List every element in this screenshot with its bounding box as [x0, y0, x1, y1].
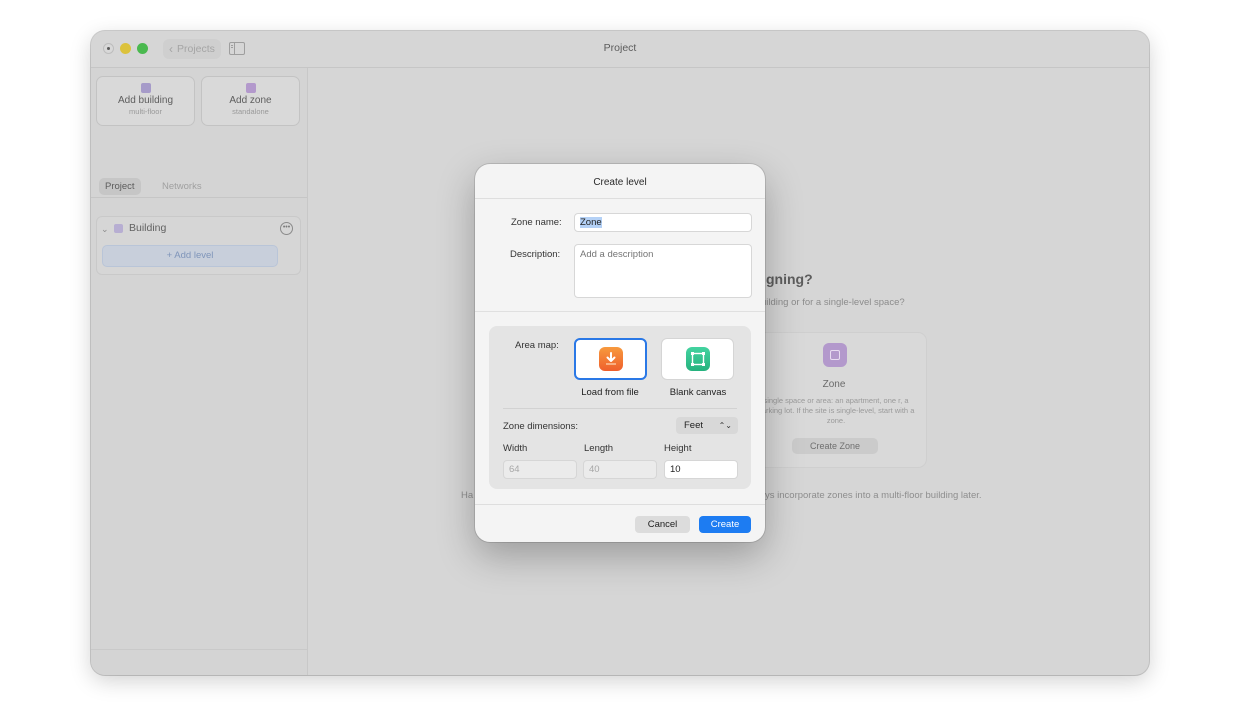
background-subheading: uilding or for a single-level space? — [761, 297, 905, 308]
blank-canvas-label: Blank canvas — [669, 387, 727, 398]
background-heading: gning? — [766, 271, 813, 287]
options-panel: Area map: Load from file Blank canvas Zo… — [489, 326, 751, 489]
add-building-button[interactable]: Add building multi-floor — [96, 76, 195, 126]
divider — [475, 311, 765, 312]
add-building-sub: multi-floor — [129, 107, 162, 116]
chevron-up-down-icon: ⌃⌄ — [718, 421, 732, 430]
add-level-button[interactable]: + Add level — [102, 245, 278, 267]
add-zone-label: Add zone — [229, 95, 272, 106]
area-map-label: Area map: — [515, 340, 559, 351]
tab-project[interactable]: Project — [99, 178, 141, 195]
add-building-label: Add building — [117, 95, 174, 106]
zone-name-value: Zone — [580, 217, 602, 228]
create-button[interactable]: Create — [699, 516, 751, 533]
titlebar: ‹ Projects Project — [91, 31, 1149, 68]
load-from-file-tile[interactable] — [574, 338, 647, 380]
divider — [503, 408, 737, 409]
create-level-dialog: Create level Zone name: Zone Description… — [475, 164, 765, 542]
unit-select[interactable]: Feet ⌃⌄ — [676, 417, 738, 434]
background-footer-right: ys incorporate zones into a multi-floor … — [765, 490, 982, 501]
zone-dimensions-label: Zone dimensions: — [503, 421, 578, 432]
zone-card-description: single space or area: an apartment, one … — [757, 396, 915, 425]
width-label: Width — [503, 443, 528, 454]
add-zone-sub: standalone — [232, 107, 269, 116]
zone-name-field[interactable]: Zone — [574, 213, 752, 232]
background-footer-left: Ha — [461, 490, 474, 501]
unit-value: Feet — [684, 420, 704, 431]
zone-icon — [245, 83, 256, 93]
add-zone-button[interactable]: Add zone standalone — [201, 76, 300, 126]
cancel-button[interactable]: Cancel — [635, 516, 690, 533]
zone-name-label: Zone name: — [511, 217, 562, 228]
building-name[interactable]: Building — [129, 222, 166, 234]
chevron-down-icon[interactable]: ⌄ — [101, 224, 109, 235]
dialog-title: Create level — [593, 177, 647, 188]
height-field[interactable]: 10 — [664, 460, 738, 479]
length-label: Length — [584, 443, 614, 454]
more-options-icon[interactable]: ••• — [280, 222, 293, 235]
download-icon — [598, 347, 623, 371]
divider — [91, 197, 307, 198]
description-field[interactable] — [574, 244, 752, 298]
selection-square-icon — [685, 347, 710, 371]
blank-canvas-tile[interactable] — [661, 338, 734, 380]
width-field: 64 — [503, 460, 577, 479]
building-icon — [140, 83, 151, 93]
length-field: 40 — [583, 460, 657, 479]
divider — [475, 504, 765, 505]
sidebar: Add building multi-floor Add zone standa… — [91, 68, 308, 675]
divider — [475, 198, 765, 199]
tab-networks[interactable]: Networks — [156, 178, 208, 195]
building-tree-item: ⌄ Building ••• + Add level — [96, 216, 301, 275]
load-from-file-label: Load from file — [581, 387, 639, 398]
zone-icon — [823, 343, 847, 367]
create-zone-button[interactable]: Create Zone — [792, 438, 878, 454]
window-title: Project — [603, 42, 637, 54]
divider — [91, 649, 307, 650]
description-textarea[interactable] — [580, 249, 751, 293]
description-label: Description: — [510, 249, 561, 260]
height-label: Height — [664, 443, 692, 454]
building-icon — [114, 224, 123, 233]
